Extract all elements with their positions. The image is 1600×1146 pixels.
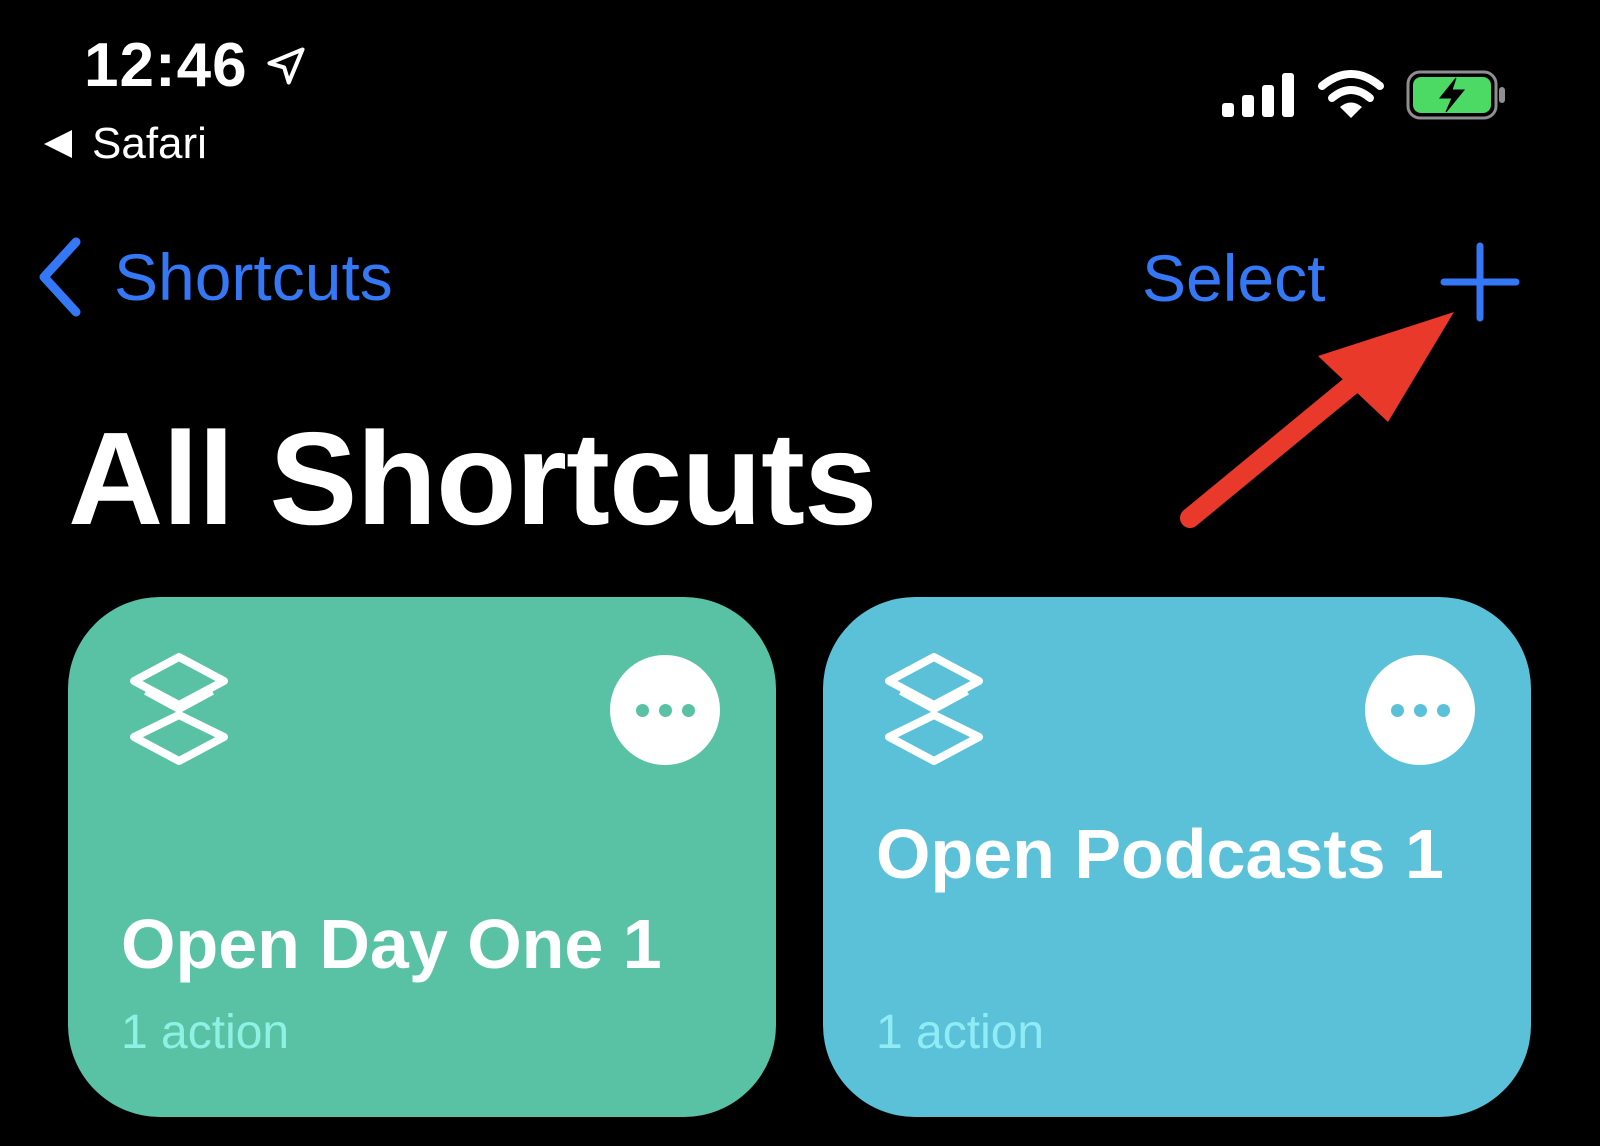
add-shortcut-plus-icon[interactable]	[1440, 242, 1520, 322]
ellipsis-dot-icon	[1436, 703, 1450, 717]
shortcut-card[interactable]: Open Day One 1 1 action	[68, 597, 776, 1117]
more-options-button[interactable]	[610, 655, 720, 765]
wifi-icon	[1318, 70, 1384, 118]
location-arrow-icon	[267, 47, 305, 85]
back-triangle-icon	[44, 130, 72, 158]
shortcut-name: Open Podcasts 1	[876, 815, 1444, 893]
back-label: Shortcuts	[114, 240, 393, 314]
ellipsis-dot-icon	[1390, 703, 1404, 717]
ellipsis-dot-icon	[658, 703, 672, 717]
ellipsis-dot-icon	[681, 703, 695, 717]
shortcut-action-count: 1 action	[121, 1006, 290, 1059]
ellipsis-dot-icon	[635, 703, 649, 717]
cellular-signal-icon	[1222, 73, 1294, 117]
back-app-label: Safari	[92, 119, 207, 168]
status-bar-time: 12:46	[84, 30, 308, 102]
shortcut-stack-icon	[130, 653, 228, 765]
more-options-button[interactable]	[1365, 655, 1475, 765]
shortcut-stack-icon	[885, 653, 983, 765]
time-label: 12:46	[84, 31, 248, 100]
shortcut-card[interactable]: Open Podcasts 1 1 action	[823, 597, 1531, 1117]
shortcut-action-count: 1 action	[876, 1006, 1045, 1059]
status-indicators	[1222, 70, 1508, 120]
chevron-left-icon	[39, 237, 81, 317]
annotation-arrow-icon	[1180, 312, 1454, 528]
select-button[interactable]: Select	[1142, 238, 1325, 318]
page-title: All Shortcuts	[68, 405, 877, 552]
battery-charging-icon	[1406, 70, 1505, 120]
back-to-app-button[interactable]: Safari	[44, 118, 207, 170]
shortcut-name: Open Day One 1	[121, 905, 662, 983]
ellipsis-dot-icon	[1413, 703, 1427, 717]
back-shortcuts-button[interactable]: Shortcuts	[36, 236, 393, 318]
